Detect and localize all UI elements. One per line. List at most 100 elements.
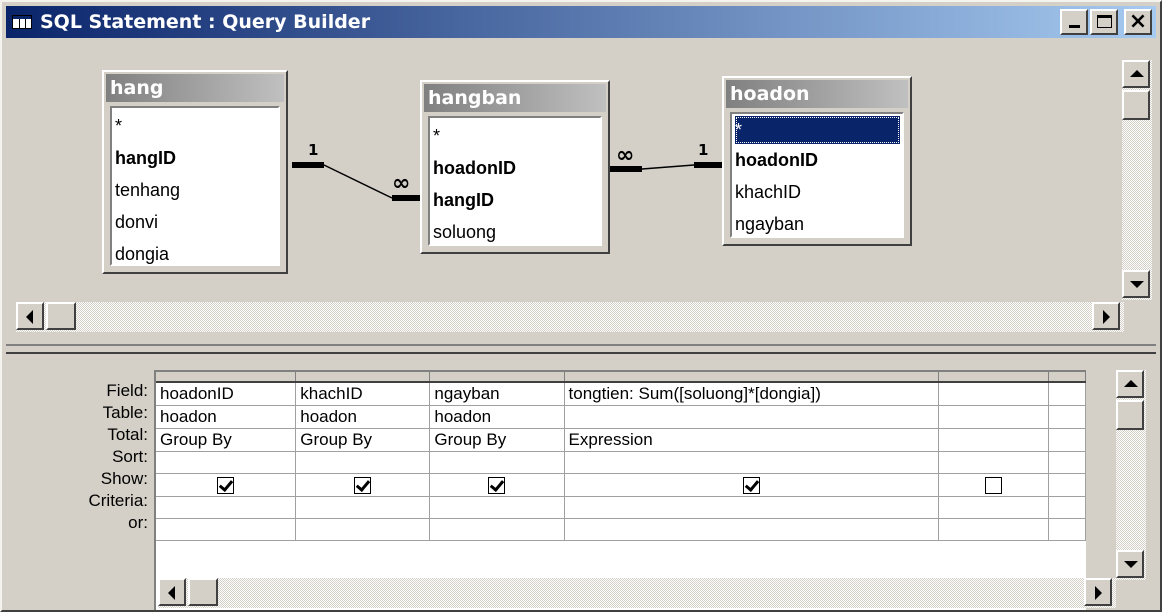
criteria-cell[interactable] bbox=[295, 496, 431, 519]
scroll-down-button[interactable] bbox=[1122, 270, 1150, 298]
criteria-cell[interactable] bbox=[564, 496, 939, 519]
show-checkbox[interactable] bbox=[354, 477, 372, 495]
scroll-up-button[interactable] bbox=[1122, 60, 1150, 88]
row-label-table: Table: bbox=[102, 403, 148, 422]
table-box-hang[interactable]: hang * hangID tenhang donvi dongia bbox=[102, 70, 288, 274]
criteria-cell[interactable] bbox=[938, 496, 1050, 519]
total-cell[interactable]: Expression bbox=[564, 428, 939, 452]
column-selector[interactable] bbox=[564, 372, 939, 383]
table-cell[interactable] bbox=[938, 405, 1050, 429]
or-cell[interactable] bbox=[295, 518, 431, 541]
scroll-thumb[interactable] bbox=[46, 302, 76, 330]
sort-cell[interactable] bbox=[938, 451, 1050, 474]
or-cell[interactable] bbox=[156, 518, 297, 541]
total-cell[interactable]: Group By bbox=[156, 428, 297, 452]
or-cell[interactable] bbox=[429, 518, 565, 541]
show-checkbox[interactable] bbox=[742, 477, 760, 495]
total-cell[interactable]: Group By bbox=[429, 428, 565, 452]
column-selector[interactable] bbox=[1048, 372, 1086, 383]
table-field-list[interactable]: * hoadonID hangID soluong bbox=[428, 116, 602, 246]
total-cell[interactable]: Group By bbox=[295, 428, 431, 452]
column-selector[interactable] bbox=[938, 372, 1050, 383]
criteria-cell[interactable] bbox=[1048, 496, 1086, 519]
field-cell[interactable]: ngayban bbox=[429, 381, 565, 406]
arrow-right-icon bbox=[1095, 586, 1102, 600]
field-item[interactable]: tenhang bbox=[115, 174, 278, 206]
field-item[interactable]: hoadonID bbox=[433, 152, 600, 184]
show-checkbox[interactable] bbox=[984, 477, 1002, 495]
grid-vertical-scrollbar[interactable] bbox=[1116, 370, 1146, 580]
field-cell[interactable]: khachID bbox=[295, 381, 431, 406]
show-checkbox[interactable] bbox=[217, 477, 235, 495]
sort-cell[interactable] bbox=[564, 451, 939, 474]
grid-row-sort bbox=[156, 451, 1086, 474]
table-cell[interactable]: hoadon bbox=[295, 405, 431, 429]
sort-cell[interactable] bbox=[429, 451, 565, 474]
field-item[interactable]: * bbox=[433, 120, 600, 152]
field-item[interactable]: hangID bbox=[433, 184, 600, 216]
scroll-thumb[interactable] bbox=[1116, 400, 1144, 430]
field-item[interactable]: soluong bbox=[433, 216, 600, 248]
table-box-title[interactable]: hang bbox=[106, 74, 284, 102]
field-item[interactable]: dongia bbox=[115, 238, 278, 270]
field-cell[interactable]: hoadonID bbox=[156, 381, 297, 406]
field-item[interactable]: ngayban bbox=[735, 208, 902, 240]
field-item[interactable]: * bbox=[115, 110, 278, 142]
table-box-hoadon[interactable]: hoadon * hoadonID khachID ngayban bbox=[722, 76, 912, 246]
total-cell[interactable] bbox=[1048, 428, 1086, 452]
sort-cell[interactable] bbox=[156, 451, 297, 474]
title-bar[interactable]: SQL Statement : Query Builder × bbox=[6, 6, 1156, 38]
grid-horizontal-scrollbar[interactable] bbox=[158, 578, 1116, 608]
or-cell[interactable] bbox=[564, 518, 939, 541]
scroll-thumb[interactable] bbox=[188, 578, 218, 606]
scroll-left-button[interactable] bbox=[16, 302, 44, 330]
table-box-hangban[interactable]: hangban * hoadonID hangID soluong bbox=[420, 80, 610, 254]
join-hangban-hoadon[interactable]: ∞ 1 bbox=[610, 141, 722, 172]
table-diagram-pane[interactable]: 1 ∞ ∞ 1 hang * hangID tenhang donvi dong… bbox=[6, 42, 1156, 344]
or-cell[interactable] bbox=[1048, 518, 1086, 541]
scroll-down-button[interactable] bbox=[1116, 550, 1144, 578]
field-item[interactable]: hangID bbox=[115, 142, 278, 174]
field-cell[interactable] bbox=[938, 381, 1050, 406]
sort-cell[interactable] bbox=[1048, 451, 1086, 474]
design-grid[interactable]: hoadonID khachID ngayban tongtien: Sum([… bbox=[154, 370, 1086, 610]
table-box-title[interactable]: hangban bbox=[424, 84, 606, 112]
column-selector[interactable] bbox=[156, 372, 297, 383]
field-item-selected[interactable]: * bbox=[735, 116, 900, 144]
column-selector[interactable] bbox=[429, 372, 565, 383]
maximize-button[interactable] bbox=[1090, 9, 1118, 35]
field-item[interactable]: hoadonID bbox=[735, 144, 902, 176]
diagram-vertical-scrollbar[interactable] bbox=[1122, 60, 1152, 300]
scroll-right-button[interactable] bbox=[1084, 578, 1112, 606]
join-hang-hangban[interactable]: 1 ∞ bbox=[292, 141, 420, 201]
minimize-button[interactable] bbox=[1060, 9, 1088, 35]
scroll-thumb[interactable] bbox=[1122, 90, 1150, 120]
field-item[interactable]: donvi bbox=[115, 206, 278, 238]
column-selector[interactable] bbox=[295, 372, 431, 383]
query-grid-icon[interactable] bbox=[12, 13, 32, 31]
table-cell[interactable]: hoadon bbox=[429, 405, 565, 429]
scroll-left-button[interactable] bbox=[158, 578, 186, 606]
table-cell[interactable] bbox=[1048, 405, 1086, 429]
table-cell[interactable]: hoadon bbox=[156, 405, 297, 429]
row-label-field: Field: bbox=[106, 381, 148, 400]
close-button[interactable]: × bbox=[1124, 9, 1152, 35]
or-cell[interactable] bbox=[938, 518, 1050, 541]
show-cell bbox=[1048, 473, 1086, 497]
show-checkbox[interactable] bbox=[488, 477, 506, 495]
table-field-list[interactable]: * hangID tenhang donvi dongia bbox=[110, 106, 280, 266]
pane-splitter[interactable] bbox=[6, 344, 1156, 354]
scroll-right-button[interactable] bbox=[1092, 302, 1120, 330]
scroll-up-button[interactable] bbox=[1116, 370, 1144, 398]
field-cell[interactable]: tongtien: Sum([soluong]*[dongia]) bbox=[564, 381, 939, 406]
table-cell[interactable] bbox=[564, 405, 939, 429]
table-box-title[interactable]: hoadon bbox=[726, 80, 908, 108]
field-item[interactable]: khachID bbox=[735, 176, 902, 208]
table-field-list[interactable]: * hoadonID khachID ngayban bbox=[730, 112, 904, 238]
sort-cell[interactable] bbox=[295, 451, 431, 474]
field-cell[interactable] bbox=[1048, 381, 1086, 406]
criteria-cell[interactable] bbox=[429, 496, 565, 519]
criteria-cell[interactable] bbox=[156, 496, 297, 519]
diagram-horizontal-scrollbar[interactable] bbox=[16, 302, 1124, 332]
total-cell[interactable] bbox=[938, 428, 1050, 452]
